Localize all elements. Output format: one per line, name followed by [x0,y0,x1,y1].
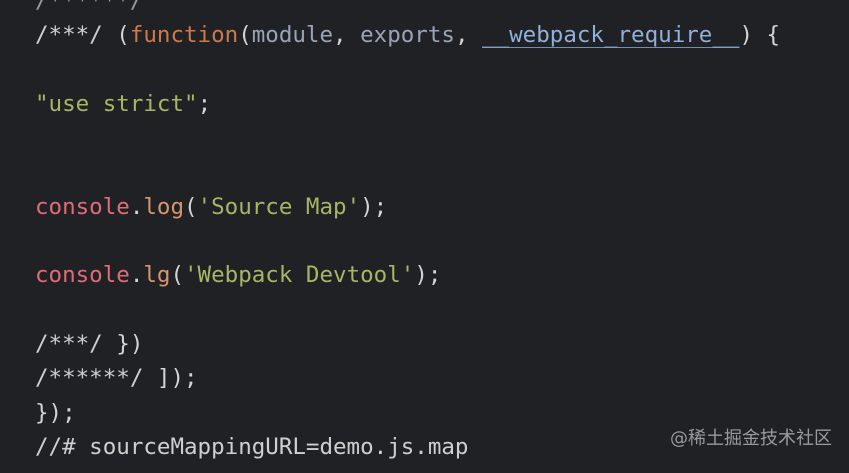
param-exports: exports [360,22,455,49]
comment-token: /******/ [35,0,144,14]
comment-token: /***/ [35,330,103,357]
close-paren: ); [414,262,442,289]
lg-method: lg [143,262,171,289]
source-mapping-comment: //# sourceMappingURL=demo.js.map [35,433,469,460]
code-line-9: console.lg('Webpack Devtool'); [35,258,780,292]
open-paren: ( [170,262,185,289]
code-line-4: "use strict"; [35,87,780,121]
code-line-7: console.log('Source Map'); [35,190,780,224]
code-line-1: /******/ [35,0,780,18]
use-strict-string: "use strict" [35,90,198,117]
param-webpack-require: __webpack_require__ [482,22,740,49]
close-bracket-paren: ]); [156,365,198,392]
source-map-string: 'Source Map' [197,193,361,220]
open-paren: ( [184,193,198,220]
console-identifier: console [35,193,130,220]
code-content[interactable]: /******/ /***/ (function(module, exports… [35,0,780,464]
open-paren: ( [238,22,252,49]
open-paren: ( [116,22,130,49]
close-paren-brace: ) { [739,22,781,49]
semicolon: ; [197,90,212,117]
comma: , [333,22,361,49]
comment-token: /******/ [35,365,144,392]
param-module: module [251,22,334,49]
code-line-13: }); [35,396,780,430]
comma: , [454,22,483,49]
code-line-14: //# sourceMappingURL=demo.js.map [35,430,780,464]
code-line-11: /***/ }) [35,327,780,361]
log-method: log [143,193,185,220]
code-editor[interactable]: /******/ /***/ (function(module, exports… [0,0,849,473]
function-keyword: function [129,22,239,49]
watermark-label: @稀土掘金技术社区 [670,427,832,449]
close-brace-paren: }) [116,330,144,357]
code-line-12: /******/ ]); [35,361,780,395]
dot: . [129,262,144,289]
close-paren: ); [360,193,388,220]
closing-text: }); [35,399,76,426]
console-identifier: console [35,262,130,289]
dot: . [129,193,144,220]
code-line-2: /***/ (function(module, exports, __webpa… [35,18,780,52]
webpack-devtool-string: 'Webpack Devtool' [184,262,415,289]
comment-token: /***/ [35,22,103,49]
